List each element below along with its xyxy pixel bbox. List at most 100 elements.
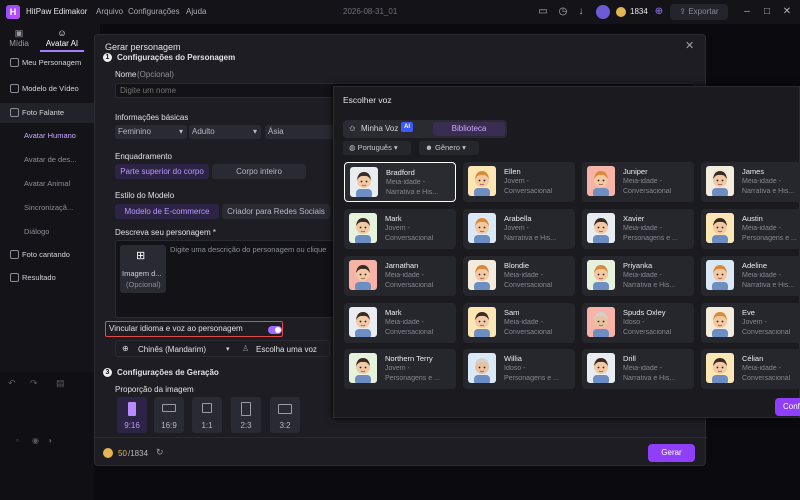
sidebar-item-sincronizacao[interactable]: Sincronizaçã... xyxy=(0,198,94,218)
sidebar-item-avatar-desenho[interactable]: Avatar de des... xyxy=(0,150,94,170)
voice-avatar xyxy=(706,166,734,196)
description-box[interactable]: ⊞ Imagem d... (Opcional) Digite uma desc… xyxy=(115,240,335,318)
download-icon[interactable]: ↓ xyxy=(574,5,588,19)
voice-card[interactable]: Mark Jovem - Conversacional xyxy=(344,209,456,249)
export-button[interactable]: ⇪ Exportar xyxy=(670,4,728,20)
ratio-3-2[interactable]: 3:2 xyxy=(270,397,300,433)
sidebar-item-meu-personagem[interactable]: Meu Personagem xyxy=(0,53,94,73)
refresh-icon[interactable]: ↻ xyxy=(156,447,164,458)
minimize-icon[interactable]: – xyxy=(740,5,754,19)
delete-icon[interactable]: ▤ xyxy=(56,378,65,389)
gender-select[interactable]: Feminino ▾ xyxy=(115,125,187,139)
style-ecommerce[interactable]: Modelo de E-commerce xyxy=(115,204,219,219)
image-upload-button[interactable]: ⊞ Imagem d... (Opcional) xyxy=(120,245,166,293)
voice-avatar xyxy=(587,213,615,243)
track-visibility-icon[interactable]: ◉ xyxy=(32,436,39,445)
voice-card[interactable]: Célian Meia-idade - Conversacional xyxy=(701,349,800,389)
user-avatar[interactable] xyxy=(596,5,610,19)
avatar-illustration xyxy=(355,358,371,383)
voice-name: Jarnathan xyxy=(385,261,419,270)
voice-name: Ellen xyxy=(504,167,521,176)
voice-name: Arabella xyxy=(504,214,532,223)
add-credits-icon[interactable]: ⊕ xyxy=(652,5,666,19)
voice-card[interactable]: Mark Meia-idade - Conversacional xyxy=(344,303,456,343)
voice-style: Narrativa e His... xyxy=(386,189,439,196)
voice-style: Narrativa e His... xyxy=(742,188,795,195)
voice-card[interactable]: Drill Meia-idade - Narrativa e His... xyxy=(582,349,694,389)
voice-card[interactable]: Willia Idoso - Personagens e ... xyxy=(463,349,575,389)
voice-card[interactable]: Austin Meia-idade - Personagens e ... xyxy=(701,209,800,249)
language-value[interactable]: Chinês (Mandarim) xyxy=(138,345,206,354)
upload-icon: ⇪ xyxy=(679,7,689,16)
voice-avatar xyxy=(706,260,734,290)
voice-avatar xyxy=(349,307,377,337)
voice-card[interactable]: Juniper Meia-idade - Conversacional xyxy=(582,162,694,202)
menu-configuracoes[interactable]: Configurações xyxy=(128,7,180,16)
voice-card[interactable]: Arabella Jovem - Narrativa e His... xyxy=(463,209,575,249)
voice-avatar xyxy=(468,166,496,196)
voice-avatar xyxy=(349,260,377,290)
framing-full-body[interactable]: Corpo inteiro xyxy=(212,164,306,179)
history-icon[interactable]: ◷ xyxy=(556,5,570,19)
voice-name: Xavier xyxy=(623,214,645,223)
ethnicity-select[interactable]: Ásia xyxy=(265,125,337,139)
track-video-icon[interactable]: ▫ xyxy=(16,436,19,445)
avatar-illustration xyxy=(593,358,609,383)
app-name: HitPaw Edimakor xyxy=(26,7,88,16)
redo-icon[interactable]: ↷ xyxy=(30,378,38,389)
tab-midia[interactable]: ▣ Mídia xyxy=(4,24,34,52)
ratio-2-3[interactable]: 2:3 xyxy=(231,397,261,433)
track-audio-icon[interactable]: ◗ xyxy=(48,436,53,445)
sidebar-item-avatar-humano[interactable]: Avatar Humano xyxy=(0,126,94,146)
coin-icon xyxy=(103,448,113,458)
menu-ajuda[interactable]: Ajuda xyxy=(186,7,206,16)
close-window-icon[interactable]: ✕ xyxy=(780,5,794,19)
voice-card[interactable]: Adeline Meia-idade - Narrativa e His... xyxy=(701,256,800,296)
ratio-9-16[interactable]: 9:16 xyxy=(117,397,147,433)
menu-arquivo[interactable]: Arquivo xyxy=(96,7,123,16)
voice-card[interactable]: Priyanka Meia-idade - Narrativa e His... xyxy=(582,256,694,296)
voice-card[interactable]: James Meia-idade - Narrativa e His... xyxy=(701,162,800,202)
close-icon[interactable]: ✕ xyxy=(685,39,694,52)
maximize-icon[interactable]: □ xyxy=(760,5,774,19)
voice-age: Meia-idade - xyxy=(504,272,543,279)
voice-name: Blondie xyxy=(504,261,530,270)
tab-avatar-ai[interactable]: ☺ Avatar AI xyxy=(40,24,84,52)
style-social-creator[interactable]: Criador para Redes Sociais xyxy=(222,204,330,219)
voice-select[interactable]: Escolha uma voz xyxy=(256,345,317,354)
voice-name: Willia xyxy=(504,354,522,363)
sidebar-item-resultado[interactable]: Resultado xyxy=(0,268,94,288)
voice-card[interactable]: Bradford Meia-idade - Narrativa e His... xyxy=(344,162,456,202)
ratio-shape xyxy=(128,402,136,416)
voice-card[interactable]: Eve Jovem - Conversacional xyxy=(701,303,800,343)
voice-card[interactable]: Blondie Meia-idade - Conversacional xyxy=(463,256,575,296)
add-image-icon: ⊞ xyxy=(136,250,146,262)
sidebar-item-foto-cantando[interactable]: Foto cantando xyxy=(0,245,94,265)
confirm-button[interactable]: Confi xyxy=(775,398,800,416)
voice-card[interactable]: Spuds Oxley Idoso - Conversacional xyxy=(582,303,694,343)
ratio-16-9[interactable]: 16:9 xyxy=(154,397,184,433)
link-voice-toggle[interactable] xyxy=(268,326,282,334)
voice-style: Personagens e ... xyxy=(504,375,559,382)
voice-card[interactable]: Jarnathan Meia-idade - Conversacional xyxy=(344,256,456,296)
gender-value: Feminino xyxy=(118,127,151,136)
voice-age: Meia-idade - xyxy=(386,179,425,186)
voice-age: Meia-idade - xyxy=(742,225,781,232)
voice-age: Meia-idade - xyxy=(742,272,781,279)
sidebar-item-avatar-animal[interactable]: Avatar Animal xyxy=(0,174,94,194)
voice-card[interactable]: Northern Terry Jovem - Personagens e ... xyxy=(344,349,456,389)
sidebar-item-modelo-video[interactable]: Modelo de Vídeo xyxy=(0,79,94,99)
voice-avatar xyxy=(468,213,496,243)
voice-grid: Bradford Meia-idade - Narrativa e His... El… xyxy=(334,87,800,419)
generate-button[interactable]: Gerar xyxy=(648,444,695,462)
avatar-illustration xyxy=(712,218,728,243)
voice-card[interactable]: Sam Meia-idade - Conversacional xyxy=(463,303,575,343)
undo-icon[interactable]: ↶ xyxy=(8,378,16,389)
ratio-1-1[interactable]: 1:1 xyxy=(192,397,222,433)
monitor-icon[interactable]: ▭ xyxy=(536,5,550,19)
age-select[interactable]: Adulto ▾ xyxy=(189,125,261,139)
voice-card[interactable]: Ellen Jovem - Conversacional xyxy=(463,162,575,202)
framing-upper-body[interactable]: Parte superior do corpo xyxy=(115,164,209,179)
sidebar-item-dialogo[interactable]: Diálogo xyxy=(0,222,94,242)
voice-card[interactable]: Xavier Meia-idade - Personagens e ... xyxy=(582,209,694,249)
